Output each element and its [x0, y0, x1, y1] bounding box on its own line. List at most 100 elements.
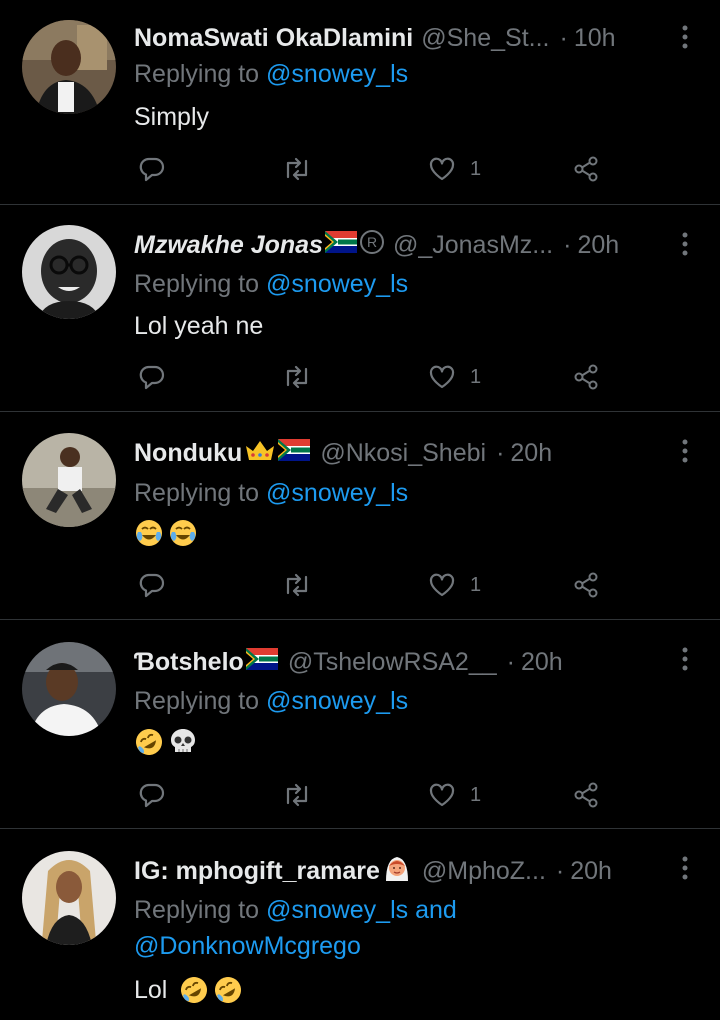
- reply-tweet[interactable]: Mzwakhe Jonas R @_JonasMz... · 20h Reply…: [0, 205, 720, 412]
- avatar[interactable]: [22, 642, 116, 736]
- timestamp[interactable]: 20h: [577, 231, 619, 260]
- action-bar: 1: [134, 568, 614, 602]
- rolling-on-floor-laughing-icon: [179, 975, 209, 1005]
- reply-tweet[interactable]: IG: mphogift_ramare @MphoZ... · 20h Repl…: [0, 829, 720, 1020]
- display-name[interactable]: NomaSwati OkaDlamini: [134, 24, 413, 53]
- action-bar: 1: [134, 152, 614, 186]
- more-options-icon[interactable]: [680, 438, 690, 464]
- retweet-icon: [286, 573, 308, 597]
- tweet-header: Mzwakhe Jonas R @_JonasMz... · 20h: [134, 228, 670, 262]
- share-button[interactable]: [572, 152, 600, 186]
- share-icon: [574, 572, 598, 598]
- mention-link[interactable]: @DonknowMcgrego: [134, 932, 361, 960]
- mention-link[interactable]: @snowey_ls: [266, 896, 408, 924]
- like-button[interactable]: 1: [428, 152, 481, 186]
- mention-link[interactable]: @snowey_ls: [266, 60, 408, 88]
- like-button[interactable]: 1: [428, 778, 481, 812]
- reply-icon: [139, 365, 165, 390]
- avatar[interactable]: [22, 433, 116, 527]
- reply-tweet[interactable]: Nonduku @Nkosi_Shebi · 20h Replying to @…: [0, 412, 720, 620]
- south-africa-flag-icon: [245, 647, 278, 677]
- replying-label: Replying to: [134, 60, 260, 88]
- reply-icon: [139, 783, 165, 808]
- like-count: 1: [470, 157, 482, 180]
- retweet-button[interactable]: [282, 360, 312, 394]
- more-options-icon[interactable]: [680, 231, 690, 257]
- mention-link[interactable]: @snowey_ls: [266, 270, 408, 298]
- replying-to: Replying to @snowey_ls and: [134, 892, 690, 928]
- retweet-button[interactable]: [282, 568, 312, 602]
- replying-to: Replying to @snowey_ls: [134, 683, 690, 719]
- tweet-header: Ɓotshelo @TshelowRSA2__ · 20h: [134, 645, 670, 679]
- rolling-on-floor-laughing-icon: [213, 975, 243, 1005]
- mention-link[interactable]: @snowey_ls: [266, 687, 408, 715]
- display-name[interactable]: Ɓotshelo: [134, 648, 244, 677]
- user-handle[interactable]: @MphoZ...: [422, 857, 546, 886]
- separator-dot: ·: [496, 438, 505, 467]
- skull-icon: [168, 727, 198, 757]
- tweet-text-content: Lol: [134, 976, 168, 1004]
- avatar[interactable]: [22, 225, 116, 319]
- separator-dot: ·: [559, 23, 568, 52]
- reply-button[interactable]: [138, 360, 166, 394]
- tweet-text: Simply: [134, 99, 209, 135]
- tears-of-joy-icon: [134, 518, 164, 548]
- like-button[interactable]: 1: [428, 360, 481, 394]
- user-handle[interactable]: @She_St...: [421, 24, 549, 53]
- reply-button[interactable]: [138, 778, 166, 812]
- timestamp[interactable]: 10h: [574, 24, 616, 53]
- separator-dot: ·: [563, 230, 572, 259]
- tweet-text-content: Lol yeah ne: [134, 312, 264, 340]
- avatar[interactable]: [22, 851, 116, 945]
- retweet-icon: [286, 365, 308, 389]
- bride-emoji-icon: [382, 854, 412, 888]
- timestamp[interactable]: 20h: [510, 439, 552, 468]
- replying-to-continued: @DonknowMcgrego: [134, 928, 690, 964]
- mention-link[interactable]: @snowey_ls: [266, 479, 408, 507]
- timestamp[interactable]: 20h: [570, 857, 612, 886]
- user-handle[interactable]: @_JonasMz...: [393, 231, 553, 260]
- more-options-icon[interactable]: [680, 646, 690, 672]
- timestamp[interactable]: 20h: [521, 648, 563, 677]
- replying-label: Replying to: [134, 687, 260, 715]
- like-button[interactable]: 1: [428, 568, 481, 602]
- reply-button[interactable]: [138, 152, 166, 186]
- more-options-icon[interactable]: [680, 24, 690, 50]
- reply-icon: [139, 573, 165, 598]
- more-options-icon[interactable]: [680, 855, 690, 881]
- reply-tweet[interactable]: NomaSwati OkaDlamini @She_St... · 10h Re…: [0, 0, 720, 205]
- share-button[interactable]: [572, 568, 600, 602]
- like-count: 1: [470, 573, 482, 596]
- mention-joiner: and: [415, 896, 457, 924]
- display-name[interactable]: Mzwakhe Jonas: [134, 231, 323, 260]
- rolling-on-floor-laughing-icon: [134, 727, 164, 757]
- replying-label: Replying to: [134, 270, 260, 298]
- display-name[interactable]: Nonduku: [134, 439, 242, 468]
- retweet-button[interactable]: [282, 778, 312, 812]
- share-button[interactable]: [572, 360, 600, 394]
- avatar[interactable]: [22, 20, 116, 114]
- tweet-text: [134, 727, 202, 757]
- share-button[interactable]: [572, 778, 600, 812]
- replying-to: Replying to @snowey_ls: [134, 56, 690, 92]
- reply-tweet[interactable]: Ɓotshelo @TshelowRSA2__ · 20h Replying t…: [0, 620, 720, 829]
- tears-of-joy-icon: [168, 518, 198, 548]
- share-icon: [574, 364, 598, 390]
- separator-dot: ·: [555, 856, 565, 885]
- heart-icon: [429, 573, 455, 597]
- south-africa-flag-icon: [324, 230, 357, 260]
- user-handle[interactable]: @TshelowRSA2__: [288, 648, 497, 677]
- heart-icon: [429, 157, 455, 181]
- replies-timeline: NomaSwati OkaDlamini @She_St... · 10h Re…: [0, 0, 720, 1020]
- tweet-text: [134, 518, 202, 548]
- retweet-icon: [286, 157, 308, 181]
- action-bar: 1: [134, 778, 614, 812]
- reply-button[interactable]: [138, 568, 166, 602]
- south-africa-flag-icon: [278, 438, 311, 468]
- share-icon: [574, 156, 598, 182]
- display-name[interactable]: IG: mphogift_ramare: [134, 857, 380, 886]
- separator-dot: ·: [506, 647, 515, 676]
- like-count: 1: [470, 365, 482, 388]
- retweet-button[interactable]: [282, 152, 312, 186]
- user-handle[interactable]: @Nkosi_Shebi: [320, 439, 486, 468]
